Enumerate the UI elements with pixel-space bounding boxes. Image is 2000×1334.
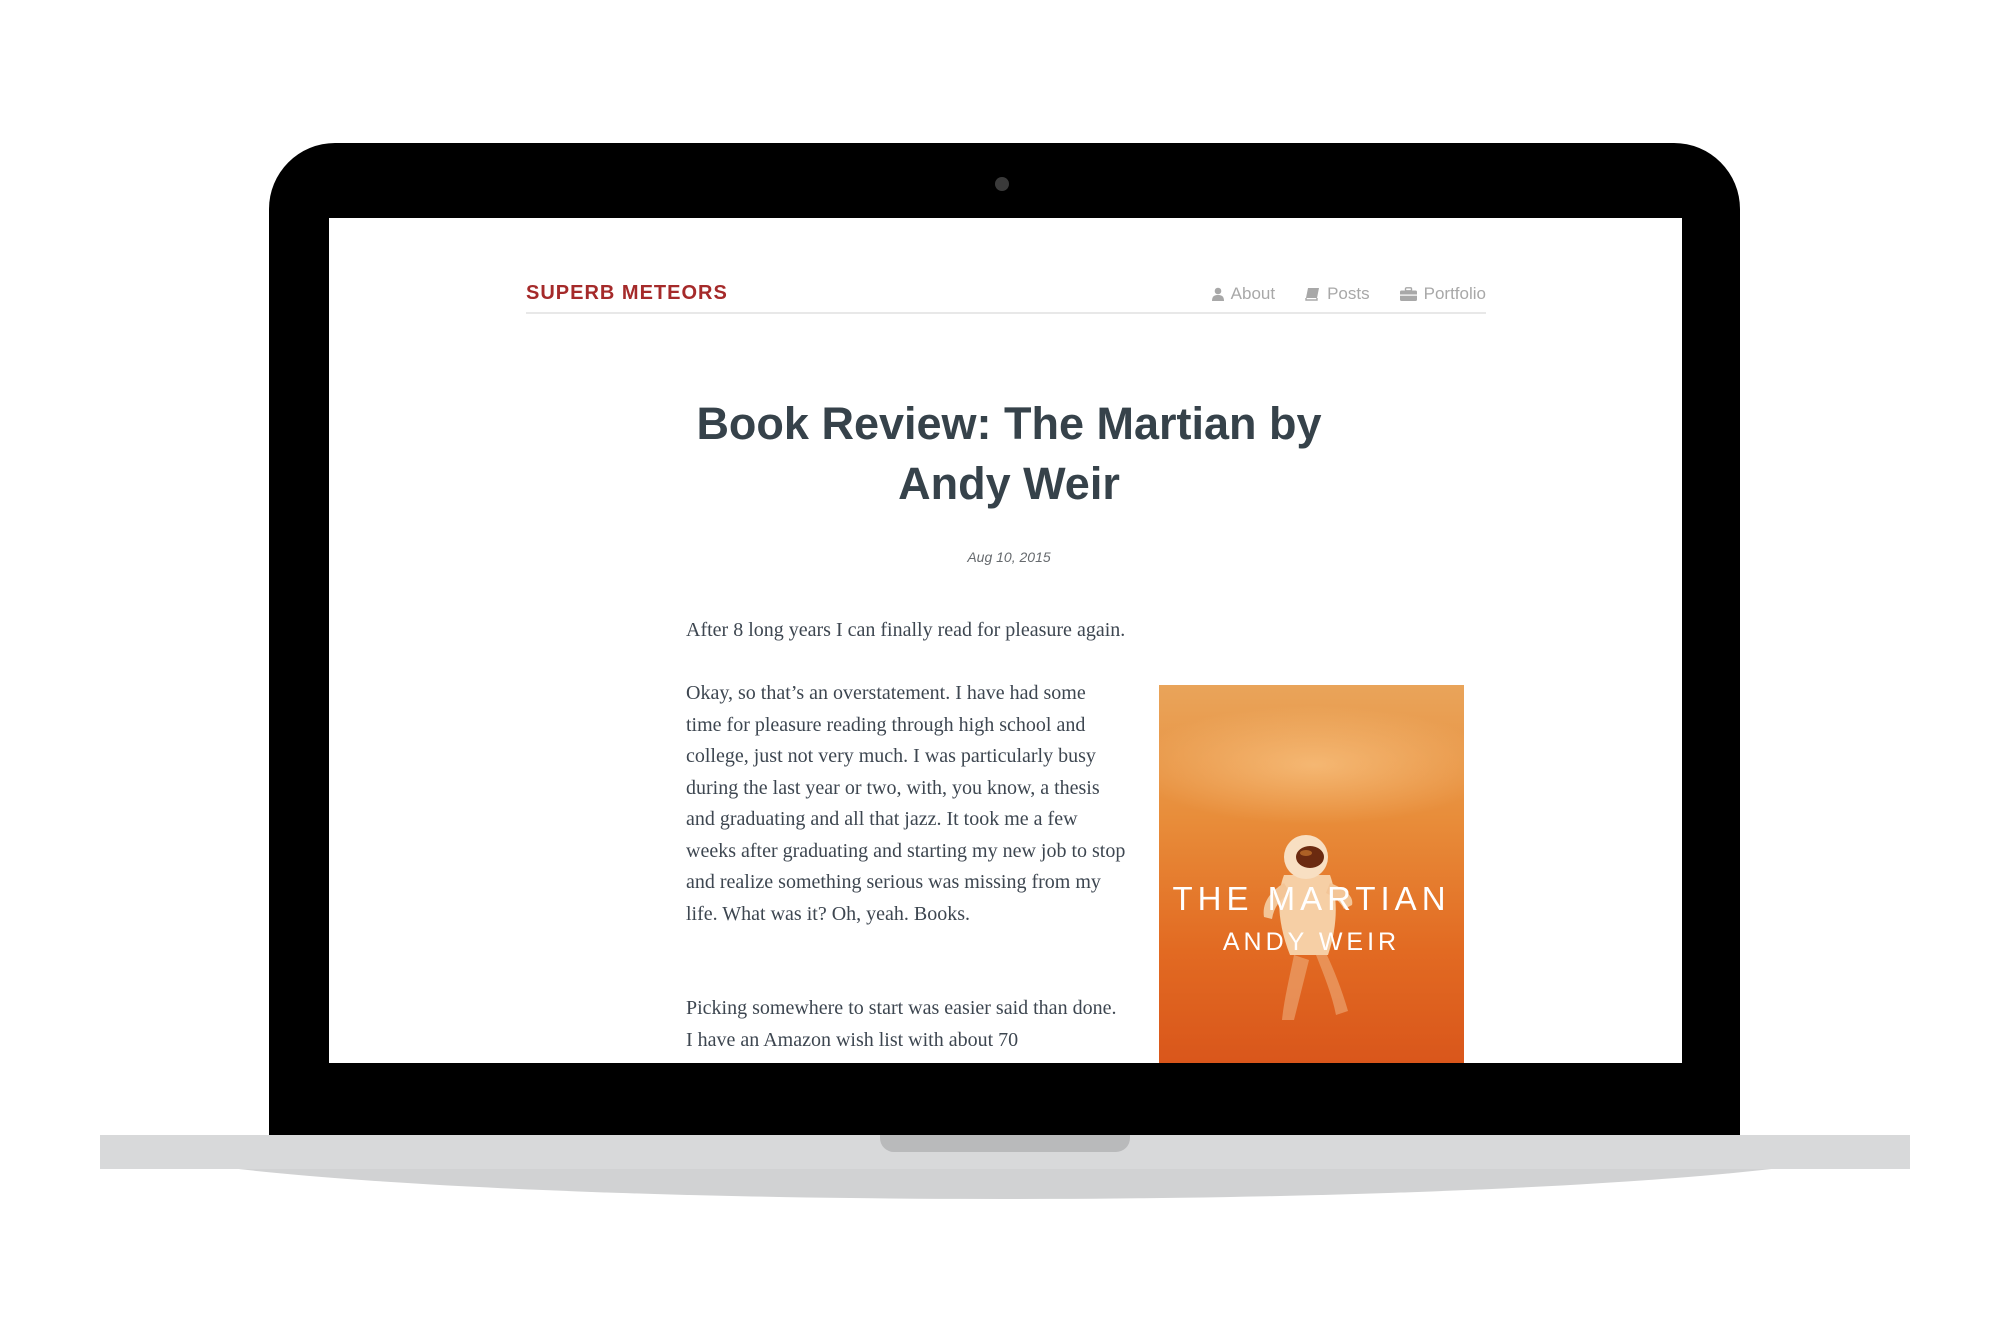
cover-title: THE MARTIAN xyxy=(1172,880,1451,917)
user-icon xyxy=(1211,287,1224,301)
nav-posts-label: Posts xyxy=(1327,284,1370,303)
site-title-link[interactable]: SUPERB METEORS xyxy=(526,282,728,305)
nav-item-about[interactable]: About xyxy=(1211,284,1276,304)
nav-portfolio-label: Portfolio xyxy=(1423,284,1486,303)
site-header: SUPERB METEORS About Posts Portfolio xyxy=(526,278,1486,314)
post-paragraph-3: Picking somewhere to start was easier sa… xyxy=(686,997,1117,1051)
post-title: Book Review: The Martian by Andy Weir xyxy=(696,398,1322,509)
book-icon xyxy=(1305,287,1320,301)
post-paragraph-2: Okay, so that’s an overstatement. I have… xyxy=(686,682,1126,925)
webcam xyxy=(995,177,1009,191)
laptop-lid-notch xyxy=(880,1135,1130,1152)
nav-about-label: About xyxy=(1230,284,1276,303)
main-nav: About Posts Portfolio xyxy=(1211,284,1486,304)
nav-item-posts[interactable]: Posts xyxy=(1305,284,1370,304)
nav-item-portfolio[interactable]: Portfolio xyxy=(1399,284,1486,304)
post-paragraph-1: After 8 long years I can finally read fo… xyxy=(686,619,1126,641)
laptop-screen: SUPERB METEORS About Posts Portfolio Boo… xyxy=(329,218,1682,1063)
book-cover-image: THE MARTIAN ANDY WEIR xyxy=(1159,685,1464,1063)
post-date: Aug 10, 2015 xyxy=(967,549,1051,565)
cover-author: ANDY WEIR xyxy=(1222,928,1401,956)
briefcase-icon xyxy=(1399,287,1417,301)
